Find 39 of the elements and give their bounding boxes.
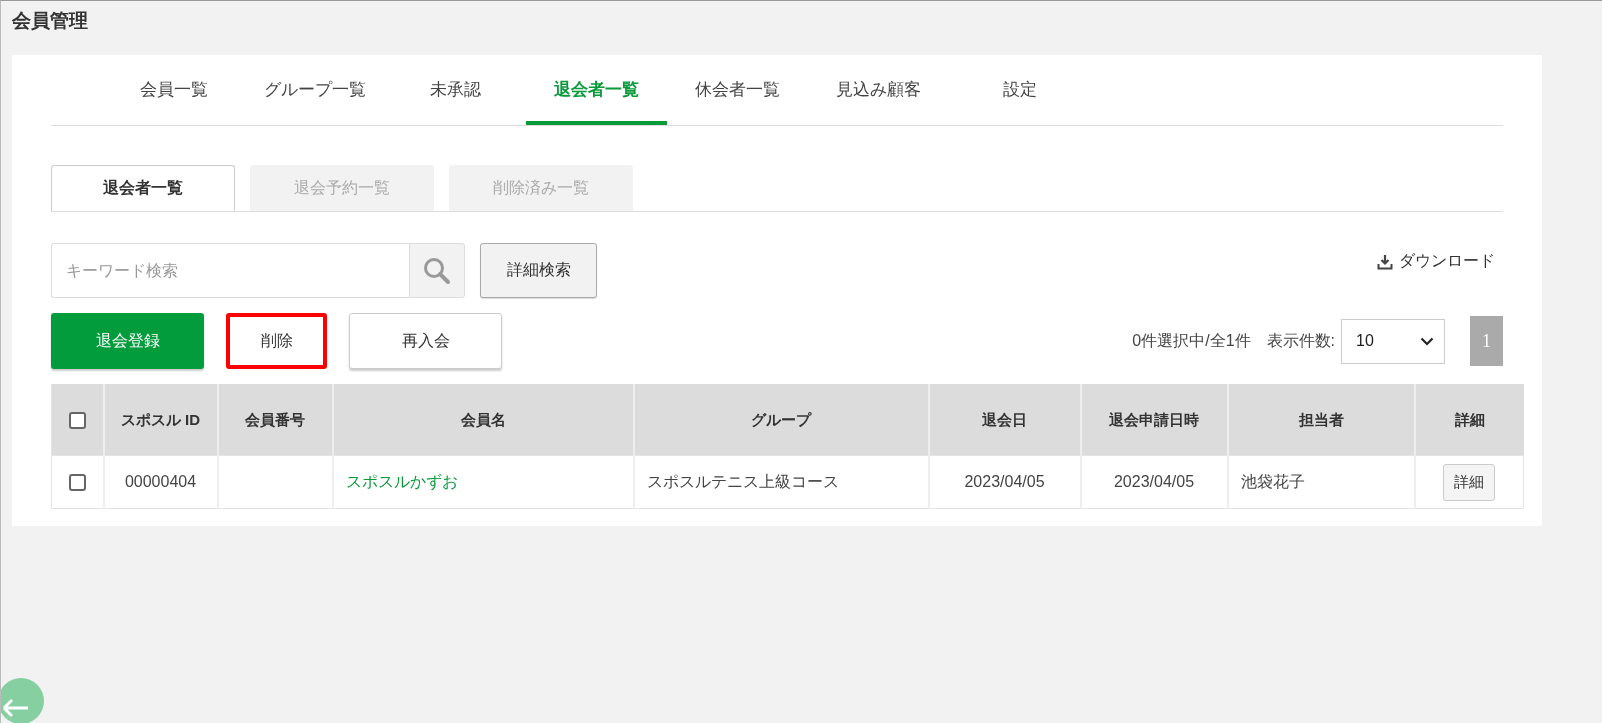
action-button[interactable]: 退会登録 <box>51 313 204 369</box>
search-icon <box>422 255 452 286</box>
action-button[interactable]: 再入会 <box>349 313 502 369</box>
search-button[interactable] <box>409 243 465 298</box>
action-button[interactable]: 削除 <box>226 313 327 369</box>
advanced-search-button[interactable]: 詳細検索 <box>480 243 597 298</box>
nav-tab[interactable]: 休会者一覧 <box>667 55 808 125</box>
column-header: 会員番号 <box>217 384 333 456</box>
column-header: 退会申請日時 <box>1080 384 1228 456</box>
nav-tab[interactable]: 退会者一覧 <box>526 55 667 125</box>
detail-button[interactable]: 詳細 <box>1443 463 1496 501</box>
column-header: 退会日 <box>928 384 1081 456</box>
search-field[interactable]: キーワード検索 <box>51 243 409 298</box>
download-icon <box>1377 253 1393 270</box>
column-header: 詳細 <box>1414 384 1524 456</box>
nav-tab[interactable]: 設定 <box>949 55 1090 125</box>
table-cell: 00000404 <box>103 455 218 509</box>
page-size-label: 表示件数: <box>1266 330 1335 351</box>
selection-summary: 0件選択中/全1件 <box>1132 330 1251 351</box>
nav-tab[interactable]: 見込み顧客 <box>808 55 949 125</box>
nav-tab[interactable]: 会員一覧 <box>103 55 244 125</box>
member-name-link[interactable]: スポスルかずお <box>345 472 458 490</box>
column-header: スポスル ID <box>103 384 218 456</box>
download-link[interactable]: ダウンロード <box>1377 251 1495 272</box>
table-cell: スポスルテニス上級コース <box>633 455 929 509</box>
page-size-select[interactable]: 10 <box>1341 318 1445 364</box>
column-header: 会員名 <box>332 384 634 456</box>
caret-icon <box>1420 336 1434 346</box>
nav-tab[interactable]: グループ一覧 <box>244 55 385 125</box>
table-cell: 池袋花子 <box>1227 455 1415 509</box>
row-checkbox[interactable] <box>68 474 86 492</box>
sub-tab[interactable]: 退会者一覧 <box>51 165 235 211</box>
table-cell: 2023/04/05 <box>928 455 1081 509</box>
page-title: 会員管理 <box>11 9 89 33</box>
nav-tab[interactable]: 未承認 <box>385 55 526 125</box>
select-all-checkbox[interactable] <box>68 412 86 430</box>
column-header: グループ <box>633 384 929 456</box>
column-header: 担当者 <box>1227 384 1415 456</box>
table-cell: 2023/04/05 <box>1080 455 1228 509</box>
